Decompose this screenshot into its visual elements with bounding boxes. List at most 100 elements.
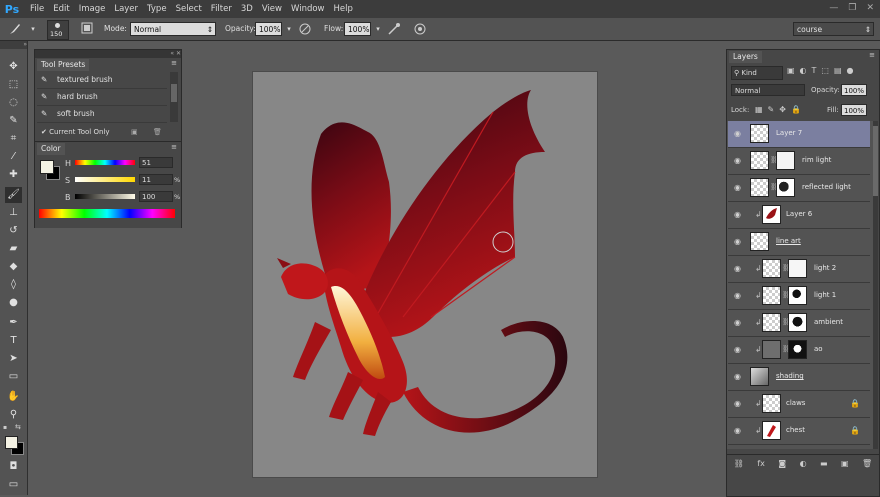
hand-tool-icon[interactable]: ✋ bbox=[5, 389, 22, 405]
preset-item[interactable]: ✎ soft brush bbox=[37, 106, 167, 123]
default-colors-icon[interactable]: ▪ bbox=[3, 424, 7, 431]
chevron-down-icon[interactable]: ▾ bbox=[26, 22, 40, 36]
dodge-tool-icon[interactable]: ● bbox=[5, 295, 22, 311]
history-brush-tool-icon[interactable]: ↺ bbox=[5, 223, 22, 239]
preset-item[interactable]: ✎ textured brush bbox=[37, 72, 167, 89]
menu-image[interactable]: Image bbox=[79, 4, 106, 14]
zoom-tool-icon[interactable]: ⚲ bbox=[5, 407, 22, 423]
brush-preset-picker[interactable]: 150 bbox=[47, 20, 69, 40]
minimize-button[interactable]: — bbox=[829, 3, 838, 13]
paint-bucket-tool-icon[interactable]: ◆ bbox=[5, 259, 22, 275]
hue-input[interactable]: 51 bbox=[139, 157, 173, 168]
collapse-icon[interactable]: » bbox=[0, 41, 27, 49]
mask-icon[interactable]: ◙ bbox=[778, 459, 786, 468]
eye-icon[interactable]: ◉ bbox=[734, 156, 744, 166]
fill-input[interactable]: 100% bbox=[841, 104, 867, 116]
layer-row[interactable]: ◉ ↲ claws 🔒 bbox=[728, 391, 870, 418]
panel-menu-icon[interactable]: ≡ bbox=[869, 51, 875, 59]
scroll-thumb[interactable] bbox=[873, 126, 878, 196]
airbrush-icon[interactable] bbox=[387, 22, 401, 36]
pressure-size-icon[interactable] bbox=[413, 22, 427, 36]
scroll-thumb[interactable] bbox=[171, 84, 177, 102]
path-select-tool-icon[interactable]: ➤ bbox=[5, 351, 22, 367]
eye-icon[interactable]: ◉ bbox=[734, 345, 744, 355]
lock-icons[interactable]: ▦✎✥🔒 bbox=[755, 105, 806, 114]
current-tool-only-checkbox[interactable]: ✔ Current Tool Only bbox=[41, 128, 109, 136]
layers-scrollbar[interactable] bbox=[873, 121, 878, 449]
menu-filter[interactable]: Filter bbox=[211, 4, 232, 14]
quick-mask-icon[interactable]: ◘ bbox=[5, 459, 22, 475]
lasso-tool-icon[interactable]: ◌ bbox=[5, 95, 22, 111]
tab-tool-presets[interactable]: Tool Presets bbox=[37, 59, 90, 71]
new-layer-icon[interactable]: ▣ bbox=[841, 459, 849, 468]
saturation-input[interactable]: 11 bbox=[139, 174, 173, 185]
layer-opacity-input[interactable]: 100% bbox=[841, 84, 867, 96]
preset-item[interactable]: ✎ hard brush bbox=[37, 89, 167, 106]
flow-input[interactable]: 100% bbox=[344, 22, 371, 36]
blur-tool-icon[interactable]: ◊ bbox=[5, 277, 22, 293]
eye-icon[interactable]: ◉ bbox=[734, 237, 744, 247]
brush-tool-icon[interactable]: 🖌 bbox=[5, 187, 22, 203]
foreground-color-swatch[interactable] bbox=[5, 436, 18, 449]
quick-select-tool-icon[interactable]: ✎ bbox=[5, 113, 22, 129]
pen-tool-icon[interactable]: ✒ bbox=[5, 315, 22, 331]
swap-colors-icon[interactable]: ⇆ bbox=[15, 423, 21, 431]
eye-icon[interactable]: ◉ bbox=[734, 426, 744, 436]
trash-icon[interactable]: 🗑 bbox=[153, 128, 162, 136]
eye-icon[interactable]: ◉ bbox=[734, 318, 744, 328]
eye-icon[interactable]: ◉ bbox=[734, 210, 744, 220]
folder-icon[interactable]: ▬ bbox=[820, 459, 828, 468]
opacity-dropdown-icon[interactable]: ▾ bbox=[282, 22, 296, 36]
layer-row[interactable]: ◉ ⛓ reflected light bbox=[728, 175, 870, 202]
brush-panel-toggle-icon[interactable] bbox=[80, 22, 94, 36]
type-tool-icon[interactable]: T bbox=[5, 333, 22, 349]
menu-window[interactable]: Window bbox=[291, 4, 325, 14]
saturation-slider[interactable] bbox=[75, 177, 135, 182]
eye-icon[interactable]: ◉ bbox=[734, 264, 744, 274]
layer-row[interactable]: ◉ ↲ chest 🔒 bbox=[728, 418, 870, 445]
document-canvas[interactable] bbox=[253, 72, 597, 477]
trash-icon[interactable]: 🗑 bbox=[862, 459, 872, 468]
layer-row[interactable]: ◉ ↲ ⛓ light 1 bbox=[728, 283, 870, 310]
pressure-opacity-icon[interactable] bbox=[298, 22, 312, 36]
fx-icon[interactable]: fx bbox=[757, 459, 765, 468]
menu-layer[interactable]: Layer bbox=[114, 4, 138, 14]
healing-tool-icon[interactable]: ✚ bbox=[5, 167, 22, 183]
menu-select[interactable]: Select bbox=[176, 4, 202, 14]
brightness-slider[interactable] bbox=[75, 194, 135, 199]
link-icon[interactable]: ⛓ bbox=[734, 459, 744, 468]
eye-icon[interactable]: ◉ bbox=[734, 291, 744, 301]
layer-row[interactable]: ◉ Layer 7 bbox=[728, 121, 870, 148]
layer-row[interactable]: ◉ ↲ ⛓ ao bbox=[728, 337, 870, 364]
marquee-tool-icon[interactable]: ⬚ bbox=[5, 77, 22, 93]
menu-view[interactable]: View bbox=[262, 4, 282, 14]
stamp-tool-icon[interactable]: ⊥ bbox=[5, 205, 22, 221]
color-ramp[interactable] bbox=[39, 209, 175, 218]
shape-tool-icon[interactable]: ▭ bbox=[5, 369, 22, 385]
layer-row[interactable]: ◉ ⛓ rim light bbox=[728, 148, 870, 175]
workspace-select[interactable]: course ⇕ bbox=[793, 22, 874, 36]
menu-file[interactable]: File bbox=[30, 4, 44, 14]
flow-dropdown-icon[interactable]: ▾ bbox=[371, 22, 385, 36]
blend-mode-select[interactable]: Normal bbox=[731, 84, 805, 96]
eye-icon[interactable]: ◉ bbox=[734, 183, 744, 193]
close-button[interactable]: ✕ bbox=[866, 3, 874, 13]
filter-icons[interactable]: ▣◐T⬚▤● bbox=[787, 66, 859, 75]
tab-color[interactable]: Color bbox=[37, 143, 65, 155]
hue-slider[interactable] bbox=[75, 160, 135, 165]
eye-icon[interactable]: ◉ bbox=[734, 399, 744, 409]
menu-type[interactable]: Type bbox=[147, 4, 167, 14]
layer-row[interactable]: ◉ shading bbox=[728, 364, 870, 391]
menu-help[interactable]: Help bbox=[334, 4, 353, 14]
brush-tool-icon[interactable] bbox=[8, 22, 22, 36]
crop-tool-icon[interactable]: ⌗ bbox=[5, 131, 22, 147]
opacity-input[interactable]: 100% bbox=[255, 22, 282, 36]
eraser-tool-icon[interactable]: ▰ bbox=[5, 241, 22, 257]
layer-row[interactable]: ◉ ↲ ⛓ light 2 bbox=[728, 256, 870, 283]
tab-layers[interactable]: Layers bbox=[729, 51, 762, 63]
new-preset-icon[interactable]: ▣ bbox=[131, 128, 138, 136]
mode-select[interactable]: Normal ⇕ bbox=[130, 22, 216, 36]
layer-row[interactable]: ◉ line art bbox=[728, 229, 870, 256]
presets-scrollbar[interactable] bbox=[170, 72, 178, 122]
layer-row[interactable]: ◉ ↲ Layer 6 bbox=[728, 202, 870, 229]
